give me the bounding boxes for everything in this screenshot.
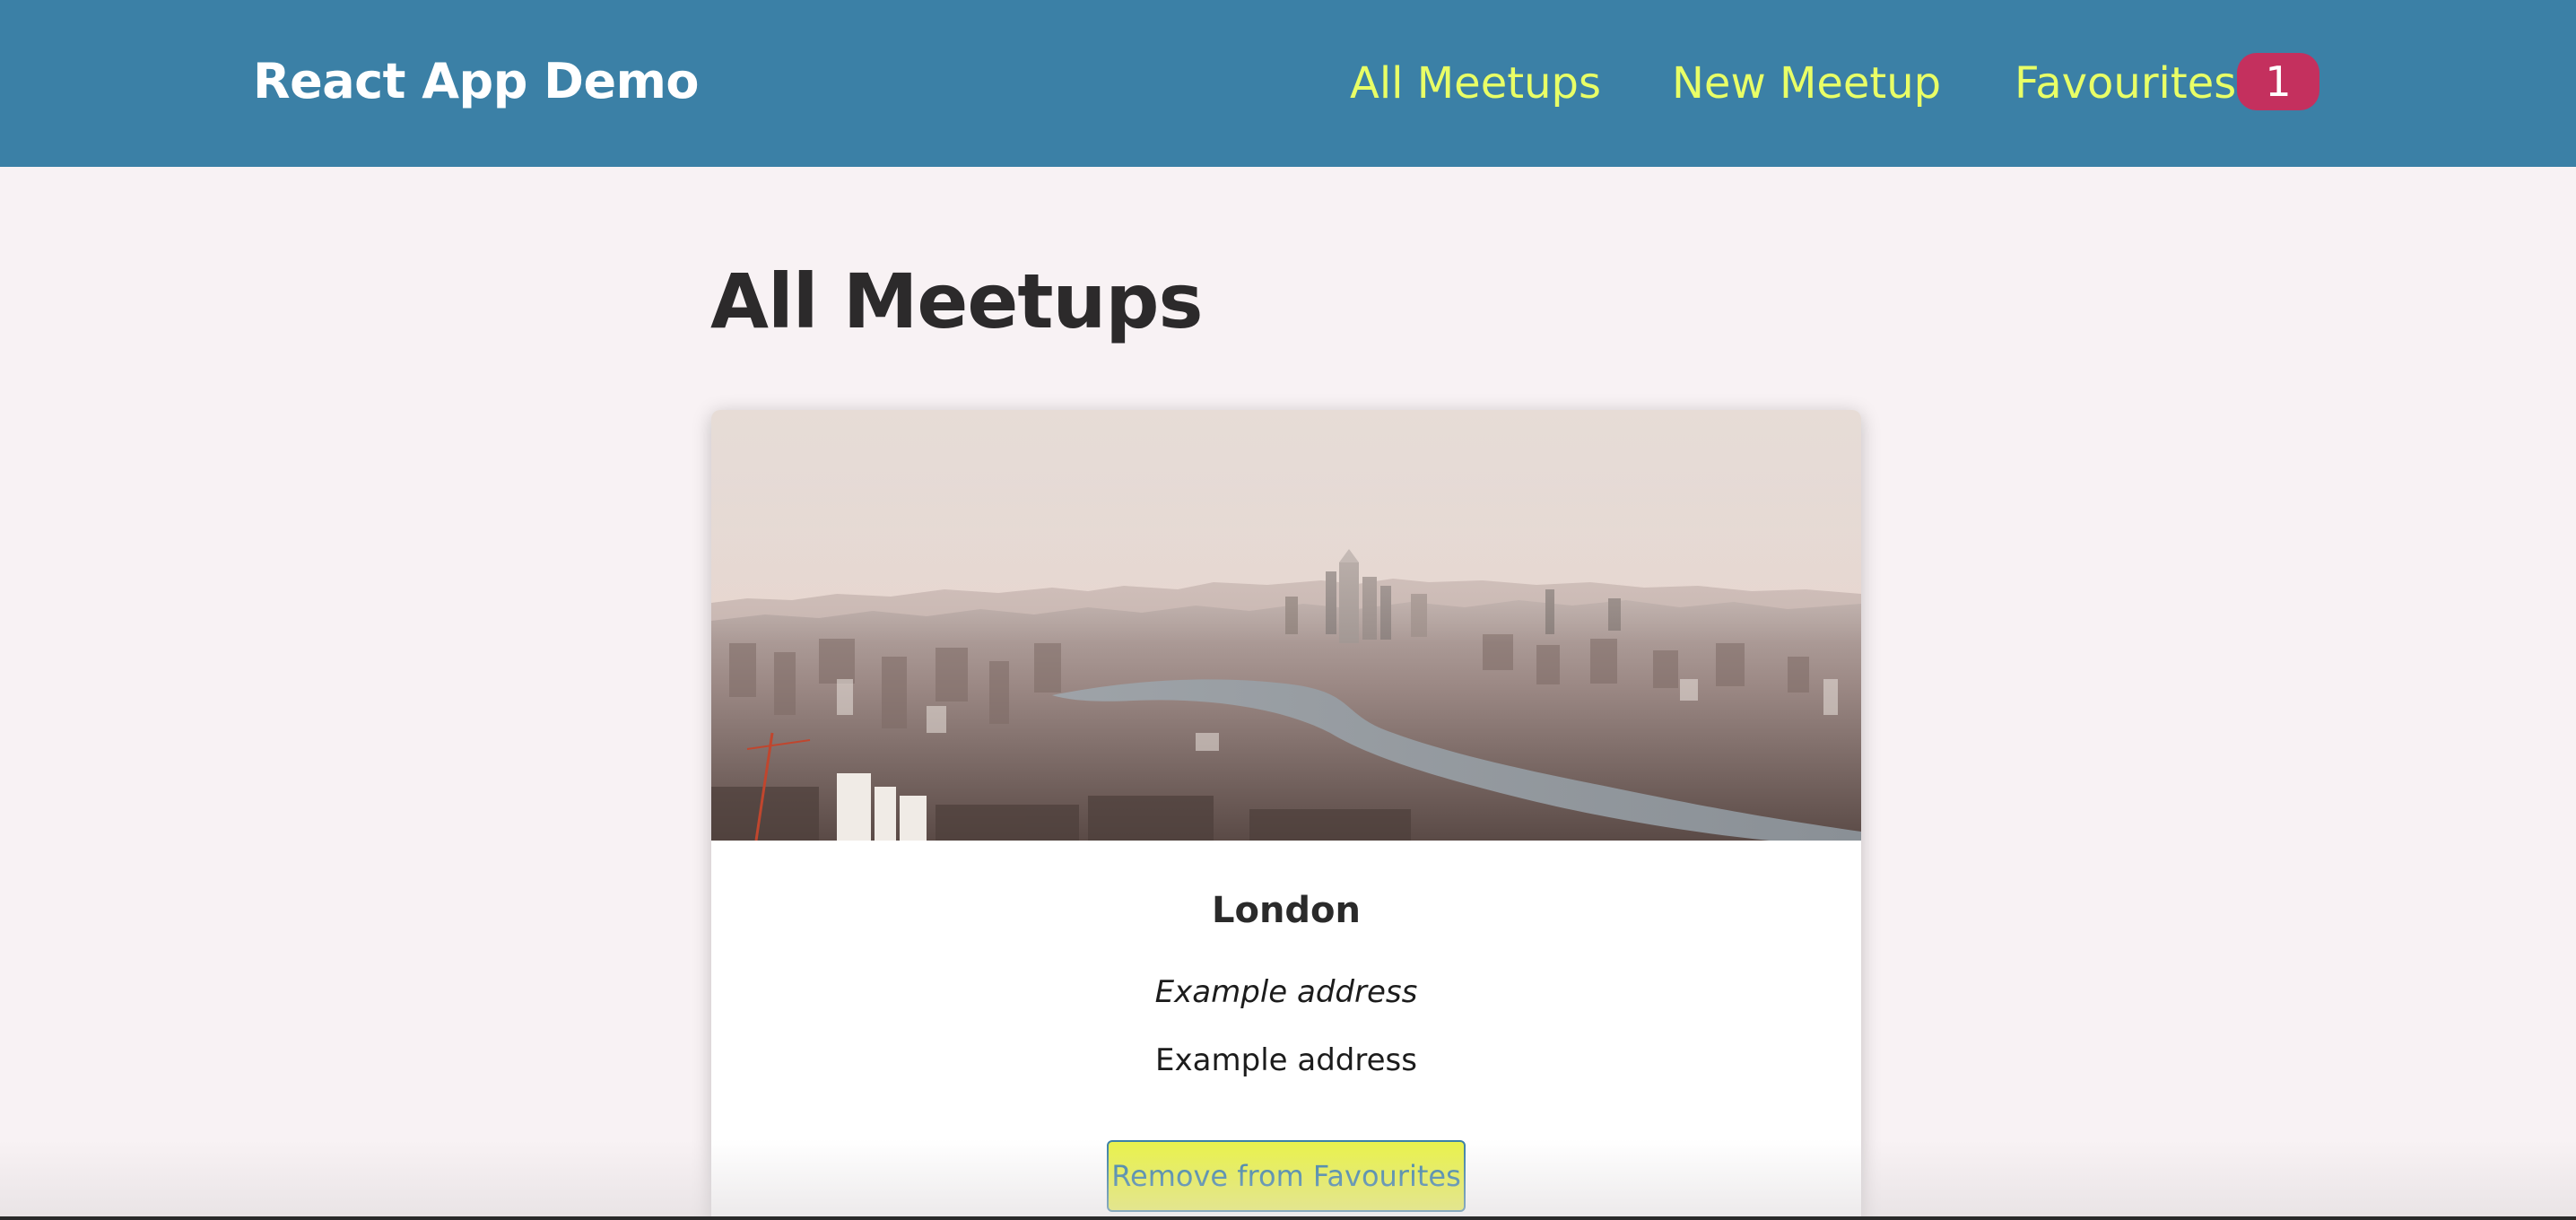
nav-link-new-meetup[interactable]: New Meetup bbox=[1672, 52, 1941, 115]
favourites-count-badge: 1 bbox=[2237, 53, 2319, 110]
meetup-description: Example address bbox=[1155, 1042, 1417, 1078]
meetup-address: Example address bbox=[1154, 974, 1418, 1010]
app-page: React App Demo All Meetups New Meetup Fa… bbox=[0, 0, 2576, 1220]
nav-link-all-meetups[interactable]: All Meetups bbox=[1350, 52, 1601, 115]
meetup-image bbox=[711, 410, 1861, 841]
page-title: All Meetups bbox=[710, 257, 1203, 345]
meetup-title: London bbox=[1211, 890, 1362, 931]
app-logo[interactable]: React App Demo bbox=[253, 50, 699, 113]
main-header: React App Demo All Meetups New Meetup Fa… bbox=[0, 0, 2576, 167]
remove-from-favourites-button[interactable]: Remove from Favourites bbox=[1107, 1140, 1466, 1212]
window-bottom-border bbox=[0, 1216, 2576, 1220]
meetup-card: London Example address Example address R… bbox=[711, 410, 1861, 1220]
nav-link-favourites[interactable]: Favourites bbox=[2015, 52, 2236, 115]
